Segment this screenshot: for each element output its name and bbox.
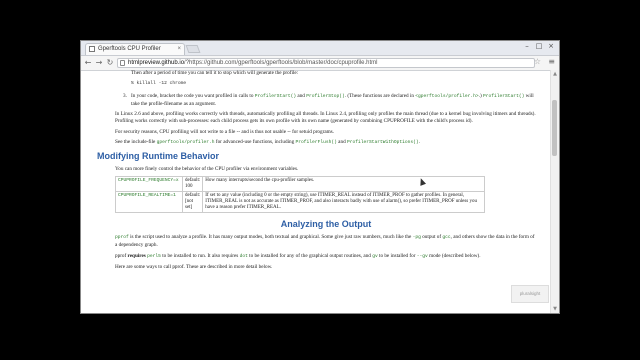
text: . (These functions are declared in xyxy=(344,93,416,100)
code-profiler-h: gperftools/profiler.h xyxy=(156,140,215,146)
text: . xyxy=(418,139,420,146)
paragraph-env-vars: You can more finely control the behavior… xyxy=(115,165,299,172)
text: In your code, bracket the code you want … xyxy=(131,93,255,100)
code-profilerstart: ProfilerStart() xyxy=(254,94,297,100)
heading-modifying-runtime-behavior: Modifying Runtime Behavior xyxy=(97,150,220,161)
page-icon xyxy=(89,46,95,52)
paragraph-pprof: pprof is the script used to analyze a pr… xyxy=(115,234,537,248)
heading-analyzing-output: Analyzing the Output xyxy=(280,219,372,230)
url-path: /?https://github.com/gperftools/gperftoo… xyxy=(184,60,378,66)
maximize-icon[interactable]: □ xyxy=(533,42,545,50)
text: to be installed for any of the graphical… xyxy=(247,252,373,259)
tab-gperftools[interactable]: Gperftools CPU Profiler × xyxy=(85,43,185,55)
browser-toolbar: ← → ↻ htmlpreview.github.io/?https://git… xyxy=(81,56,559,71)
code-profilerstartwithoptions: ProfilerStartWithOptions() xyxy=(346,140,419,146)
text: and xyxy=(296,93,307,100)
back-icon[interactable]: ← xyxy=(83,57,93,69)
scroll-down-icon[interactable]: ▼ xyxy=(552,306,558,312)
text: pprof xyxy=(115,252,128,259)
code-profilerstart: ProfilerStart() xyxy=(482,94,525,100)
text: See the include-file xyxy=(115,139,157,146)
text: mode (described below). xyxy=(427,252,481,259)
text: to be installed to run. It also requires xyxy=(160,252,240,259)
paragraph-requires: pprof requires perl5 to be installed to … xyxy=(115,253,537,261)
env-var-description: If set to any value (including 0 or the … xyxy=(202,191,485,214)
code-pprof: pprof xyxy=(115,235,129,241)
tab-strip: Gperftools CPU Profiler × – □ × xyxy=(81,41,559,56)
bookmark-star-icon[interactable]: ☆ xyxy=(534,57,541,66)
paragraph-ways-to-call: Here are some ways to call pprof. These … xyxy=(115,264,273,271)
text: output of xyxy=(420,234,443,241)
browser-window: Gperftools CPU Profiler × – □ × ← → ↻ html… xyxy=(80,40,560,314)
env-var-name: CPUPROFILE_FREQUENCY=x xyxy=(115,176,183,193)
env-var-default: default: 100 xyxy=(181,176,204,193)
code-dot: dot xyxy=(239,253,248,259)
code-profilerstop: ProfilerStop() xyxy=(306,94,345,100)
env-var-table: CPUPROFILE_FREQUENCY=x default: 100 How … xyxy=(115,176,485,214)
code-gcc: gcc xyxy=(442,235,451,241)
text: to be installed for xyxy=(377,252,417,259)
window-controls: – □ × xyxy=(521,42,557,50)
page-content: Then after a period of time you can tell… xyxy=(81,70,551,313)
close-window-icon[interactable]: × xyxy=(545,42,557,50)
env-var-description: How many interrupts/second the cpu-profi… xyxy=(202,176,485,193)
tab-title: Gperftools CPU Profiler xyxy=(98,46,161,52)
table-row: CPUPROFILE_REALTIME=1 default: [not set]… xyxy=(115,191,485,214)
paragraph-stop-profile: Then after a period of time you can tell… xyxy=(131,70,299,76)
forward-icon[interactable]: → xyxy=(94,57,104,69)
paragraph-include-file: See the include-file gperftools/profiler… xyxy=(115,139,537,147)
paragraph-security: For security reasons, CPU profiling will… xyxy=(115,128,334,135)
table-row: CPUPROFILE_FREQUENCY=x default: 100 How … xyxy=(115,176,485,193)
close-tab-icon[interactable]: × xyxy=(177,44,181,55)
list-item-3: 3. In your code, bracket the code you wa… xyxy=(115,93,537,107)
reload-icon[interactable]: ↻ xyxy=(105,57,115,69)
watermark-logo: pluralsight xyxy=(511,285,549,303)
minimize-icon[interactable]: – xyxy=(521,42,533,50)
code-pg: -pg xyxy=(412,235,421,241)
text: for advanced-use functions, including xyxy=(214,139,296,146)
text: and xyxy=(336,139,347,146)
vertical-scrollbar[interactable]: ▲ ▼ xyxy=(550,70,559,313)
address-bar[interactable]: htmlpreview.github.io/?https://github.co… xyxy=(117,58,535,68)
lock-icon xyxy=(120,60,125,66)
scroll-up-icon[interactable]: ▲ xyxy=(552,71,558,77)
bold-requires: requires xyxy=(127,252,146,259)
code-killall: % killall -12 chrome xyxy=(131,80,187,86)
code-gv-flag: --gv xyxy=(416,253,428,259)
url-host: htmlpreview.github.io xyxy=(128,60,185,66)
paragraph-linux-threads: In Linux 2.6 and above, profiling works … xyxy=(115,111,536,124)
new-tab-button[interactable] xyxy=(185,45,201,53)
scrollbar-thumb[interactable] xyxy=(552,100,557,156)
code-profilerflush: ProfilerFlush() xyxy=(295,140,337,146)
code-perl5: perl5 xyxy=(147,253,161,259)
menu-icon[interactable]: ≡ xyxy=(548,57,555,66)
env-var-name: CPUPROFILE_REALTIME=1 xyxy=(115,191,183,214)
text: is the script used to analyze a profile.… xyxy=(128,234,413,241)
code-profiler-header: <gperftools/profiler.h> xyxy=(415,94,479,100)
list-number: 3. xyxy=(123,93,127,100)
env-var-default: default: [not set] xyxy=(181,191,204,214)
